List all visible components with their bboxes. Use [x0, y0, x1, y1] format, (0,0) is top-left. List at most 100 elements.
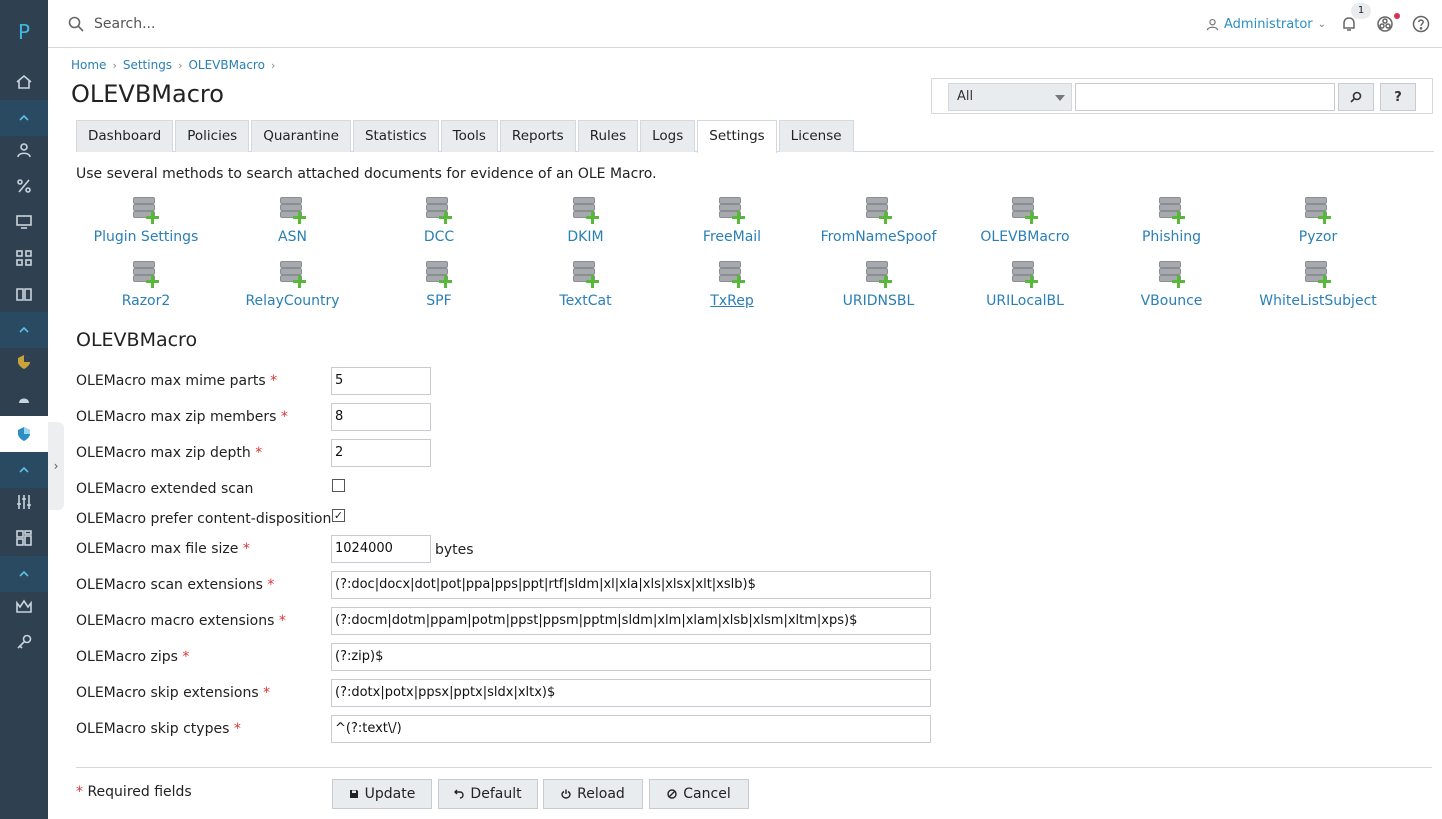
- plugin-label: Plugin Settings: [93, 229, 199, 245]
- plugin-add-icon: [572, 196, 599, 224]
- plugin-relaycountry[interactable]: RelayCountry: [220, 260, 366, 309]
- app-logo[interactable]: P: [0, 0, 48, 64]
- plugin-label: RelayCountry: [245, 293, 340, 309]
- tab-license[interactable]: License: [778, 120, 854, 152]
- monitor-icon[interactable]: [0, 204, 48, 240]
- field-label: OLEMacro macro extensions *: [76, 613, 286, 629]
- macro-extensions-input[interactable]: (?:docm|dotm|ppam|potm|ppst|ppsm|pptm|sl…: [331, 607, 931, 635]
- plugin-whitelistsubject[interactable]: WhiteListSubject: [1245, 260, 1391, 309]
- cancel-icon: [667, 789, 677, 799]
- dashboard-icon[interactable]: [0, 520, 48, 556]
- update-button[interactable]: Update: [332, 779, 432, 809]
- plugin-add-icon: [1305, 260, 1331, 288]
- plugin-fromnamespoof[interactable]: FromNameSpoof: [806, 196, 952, 245]
- skip-ctypes-input[interactable]: ^(?:text\/): [331, 715, 931, 743]
- shield-icon[interactable]: [0, 344, 48, 380]
- grid-icon[interactable]: [0, 240, 48, 276]
- plugin-phishing[interactable]: Phishing: [1099, 196, 1245, 245]
- tab-tools[interactable]: Tools: [440, 120, 498, 152]
- plugin-label: Razor2: [121, 293, 171, 309]
- plugin-freemail[interactable]: FreeMail: [659, 196, 805, 245]
- chevron-right-icon: ›: [112, 58, 117, 72]
- plugin-add-icon: [279, 260, 306, 288]
- spider-icon[interactable]: [0, 380, 48, 416]
- plugin-pyzor[interactable]: Pyzor: [1245, 196, 1391, 245]
- section-collapse-icon[interactable]: [0, 556, 48, 592]
- tab-dashboard[interactable]: Dashboard: [76, 120, 174, 152]
- status-network-icon[interactable]: [1376, 15, 1394, 33]
- breadcrumb-settings[interactable]: Settings: [123, 58, 172, 72]
- default-button[interactable]: Default: [438, 779, 538, 809]
- plugin-dkim[interactable]: DKIM: [513, 196, 659, 245]
- cancel-button[interactable]: Cancel: [649, 779, 749, 809]
- plugin-vbounce[interactable]: VBounce: [1099, 260, 1245, 309]
- plugin-label: SPF: [426, 293, 452, 309]
- tab-quarantine[interactable]: Quarantine: [251, 120, 351, 152]
- plugin-spf[interactable]: SPF: [366, 260, 512, 309]
- percent-icon[interactable]: [0, 168, 48, 204]
- search-icon: [1350, 91, 1362, 103]
- reload-button[interactable]: Reload: [543, 779, 643, 809]
- chevron-down-icon: ⌄: [1317, 18, 1327, 30]
- breadcrumb-current[interactable]: OLEVBMacro: [188, 58, 264, 72]
- home-icon[interactable]: [0, 64, 48, 100]
- section-collapse-icon[interactable]: [0, 312, 48, 348]
- max-file-size-input[interactable]: 1024000: [331, 535, 431, 563]
- book-icon[interactable]: [0, 276, 48, 312]
- topbar: Administrator ⌄ 1: [48, 0, 1442, 48]
- prefer-content-disposition-checkbox[interactable]: ✓: [332, 509, 345, 522]
- field-label: OLEMacro scan extensions *: [76, 577, 275, 593]
- user-icon[interactable]: [0, 132, 48, 168]
- plugin-dcc[interactable]: DCC: [366, 196, 512, 245]
- crown-icon[interactable]: [0, 588, 48, 624]
- tab-settings[interactable]: Settings: [697, 120, 777, 153]
- plugin-txrep[interactable]: TxRep: [659, 260, 805, 309]
- tab-policies[interactable]: Policies: [175, 120, 250, 152]
- plugin-add-icon: [1158, 196, 1185, 224]
- divider: [76, 767, 1432, 768]
- plugin-textcat[interactable]: TextCat: [513, 260, 659, 309]
- tab-rules[interactable]: Rules: [577, 120, 639, 152]
- plugin-shield-icon[interactable]: [0, 416, 48, 452]
- max-mime-parts-input[interactable]: 5: [331, 367, 431, 395]
- plugin-add-icon: [426, 196, 452, 224]
- plugin-label: Pyzor: [1298, 229, 1338, 245]
- user-menu[interactable]: Administrator ⌄: [1206, 14, 1326, 34]
- plugin-add-icon: [1012, 196, 1038, 224]
- global-search-input[interactable]: [94, 12, 494, 36]
- filter-select[interactable]: All: [948, 83, 1072, 111]
- filter-help-button[interactable]: ?: [1380, 83, 1416, 111]
- plugin-olevbmacro[interactable]: OLEVBMacro: [952, 196, 1098, 245]
- plugin-add-icon: [719, 260, 745, 288]
- sliders-icon[interactable]: [0, 484, 48, 520]
- section-collapse-icon[interactable]: [0, 100, 48, 136]
- plugin-label: VBounce: [1140, 293, 1203, 309]
- section-collapse-icon[interactable]: [0, 452, 48, 488]
- plugin-urilocalbl[interactable]: URILocalBL: [952, 260, 1098, 309]
- tab-logs[interactable]: Logs: [640, 120, 696, 152]
- plugin-label: FromNameSpoof: [820, 229, 937, 245]
- key-icon[interactable]: [0, 624, 48, 660]
- zips-input[interactable]: (?:zip)$: [331, 643, 931, 671]
- scan-extensions-input[interactable]: (?:doc|docx|dot|pot|ppa|pps|ppt|rtf|sldm…: [331, 571, 931, 599]
- plugin-asn[interactable]: ASN: [220, 196, 366, 245]
- skip-extensions-input[interactable]: (?:dotx|potx|ppsx|pptx|sldx|xltx)$: [331, 679, 931, 707]
- plugin-label: URIDNSBL: [842, 293, 915, 309]
- extended-scan-checkbox[interactable]: [332, 479, 345, 492]
- tab-reports[interactable]: Reports: [499, 120, 576, 152]
- sidebar-expand-toggle[interactable]: ›: [48, 422, 64, 510]
- plugin-add-icon: [865, 260, 892, 288]
- field-label: OLEMacro max zip depth *: [76, 445, 263, 461]
- plugin-razor2[interactable]: Razor2: [73, 260, 219, 309]
- filter-search-input[interactable]: [1075, 83, 1335, 111]
- breadcrumb-home[interactable]: Home: [71, 58, 106, 72]
- plugin-plugin-settings[interactable]: Plugin Settings: [73, 196, 219, 245]
- field-label: OLEMacro max mime parts *: [76, 373, 278, 389]
- max-zip-members-input[interactable]: 8: [331, 403, 431, 431]
- help-icon[interactable]: [1412, 15, 1430, 33]
- user-name: Administrator: [1224, 16, 1313, 32]
- filter-search-button[interactable]: [1338, 83, 1374, 111]
- max-zip-depth-input[interactable]: 2: [331, 439, 431, 467]
- tab-statistics[interactable]: Statistics: [352, 120, 439, 152]
- plugin-uridnsbl[interactable]: URIDNSBL: [806, 260, 952, 309]
